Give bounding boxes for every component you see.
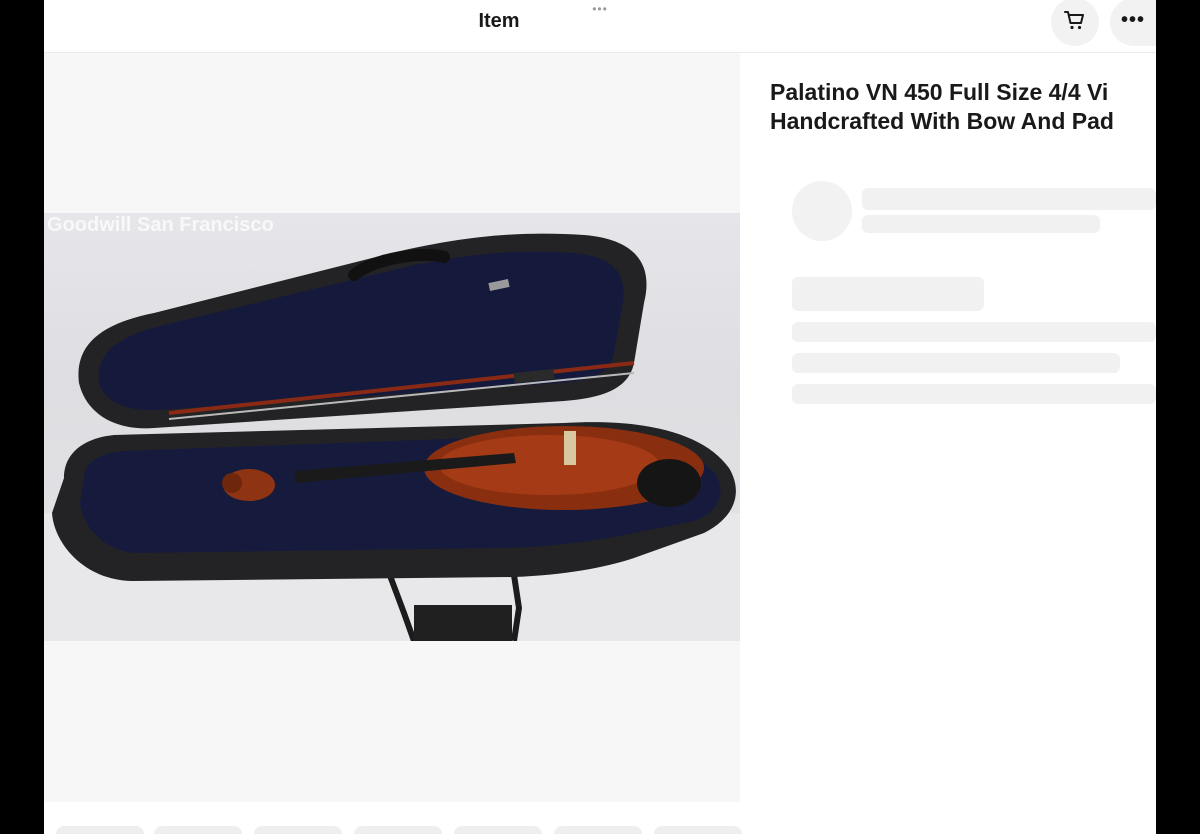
image-gallery[interactable]: Goodwill San Francisco xyxy=(44,53,740,802)
cart-button[interactable] xyxy=(1051,0,1099,46)
thumbnail-placeholder[interactable] xyxy=(454,826,542,834)
seller-avatar-placeholder xyxy=(792,181,852,241)
details-placeholder xyxy=(792,322,1156,342)
price-placeholder xyxy=(792,277,984,311)
details-placeholder xyxy=(792,353,1120,373)
product-title-line: Palatino VN 450 Full Size 4/4 Vi xyxy=(770,79,1109,105)
product-image[interactable]: Goodwill San Francisco xyxy=(44,213,740,641)
top-bar: ••• Item ••• xyxy=(44,0,1156,53)
cart-icon xyxy=(1063,8,1087,37)
page-title: Item xyxy=(478,10,520,32)
details-placeholder xyxy=(792,384,1156,404)
app-window: ••• Item ••• Goodwill San Francisco Pala… xyxy=(44,0,1156,834)
seller-info-placeholder xyxy=(862,215,1100,233)
thumbnail-placeholder[interactable] xyxy=(154,826,242,834)
thumbnail-placeholder[interactable] xyxy=(254,826,342,834)
thumbnail-placeholder[interactable] xyxy=(554,826,642,834)
seller-name-placeholder xyxy=(862,188,1156,210)
thumbnail-placeholder[interactable] xyxy=(354,826,442,834)
product-title-line: Handcrafted With Bow And Pad xyxy=(770,108,1114,134)
product-title: Palatino VN 450 Full Size 4/4 Vi Handcra… xyxy=(770,78,1156,138)
drag-handle[interactable]: ••• xyxy=(588,0,612,16)
image-watermark: Goodwill San Francisco xyxy=(47,214,274,236)
thumbnail-placeholder[interactable] xyxy=(654,826,742,834)
more-options-icon: ••• xyxy=(1120,8,1145,31)
more-options-button[interactable]: ••• xyxy=(1110,0,1156,46)
thumbnail-placeholder[interactable] xyxy=(56,826,144,834)
